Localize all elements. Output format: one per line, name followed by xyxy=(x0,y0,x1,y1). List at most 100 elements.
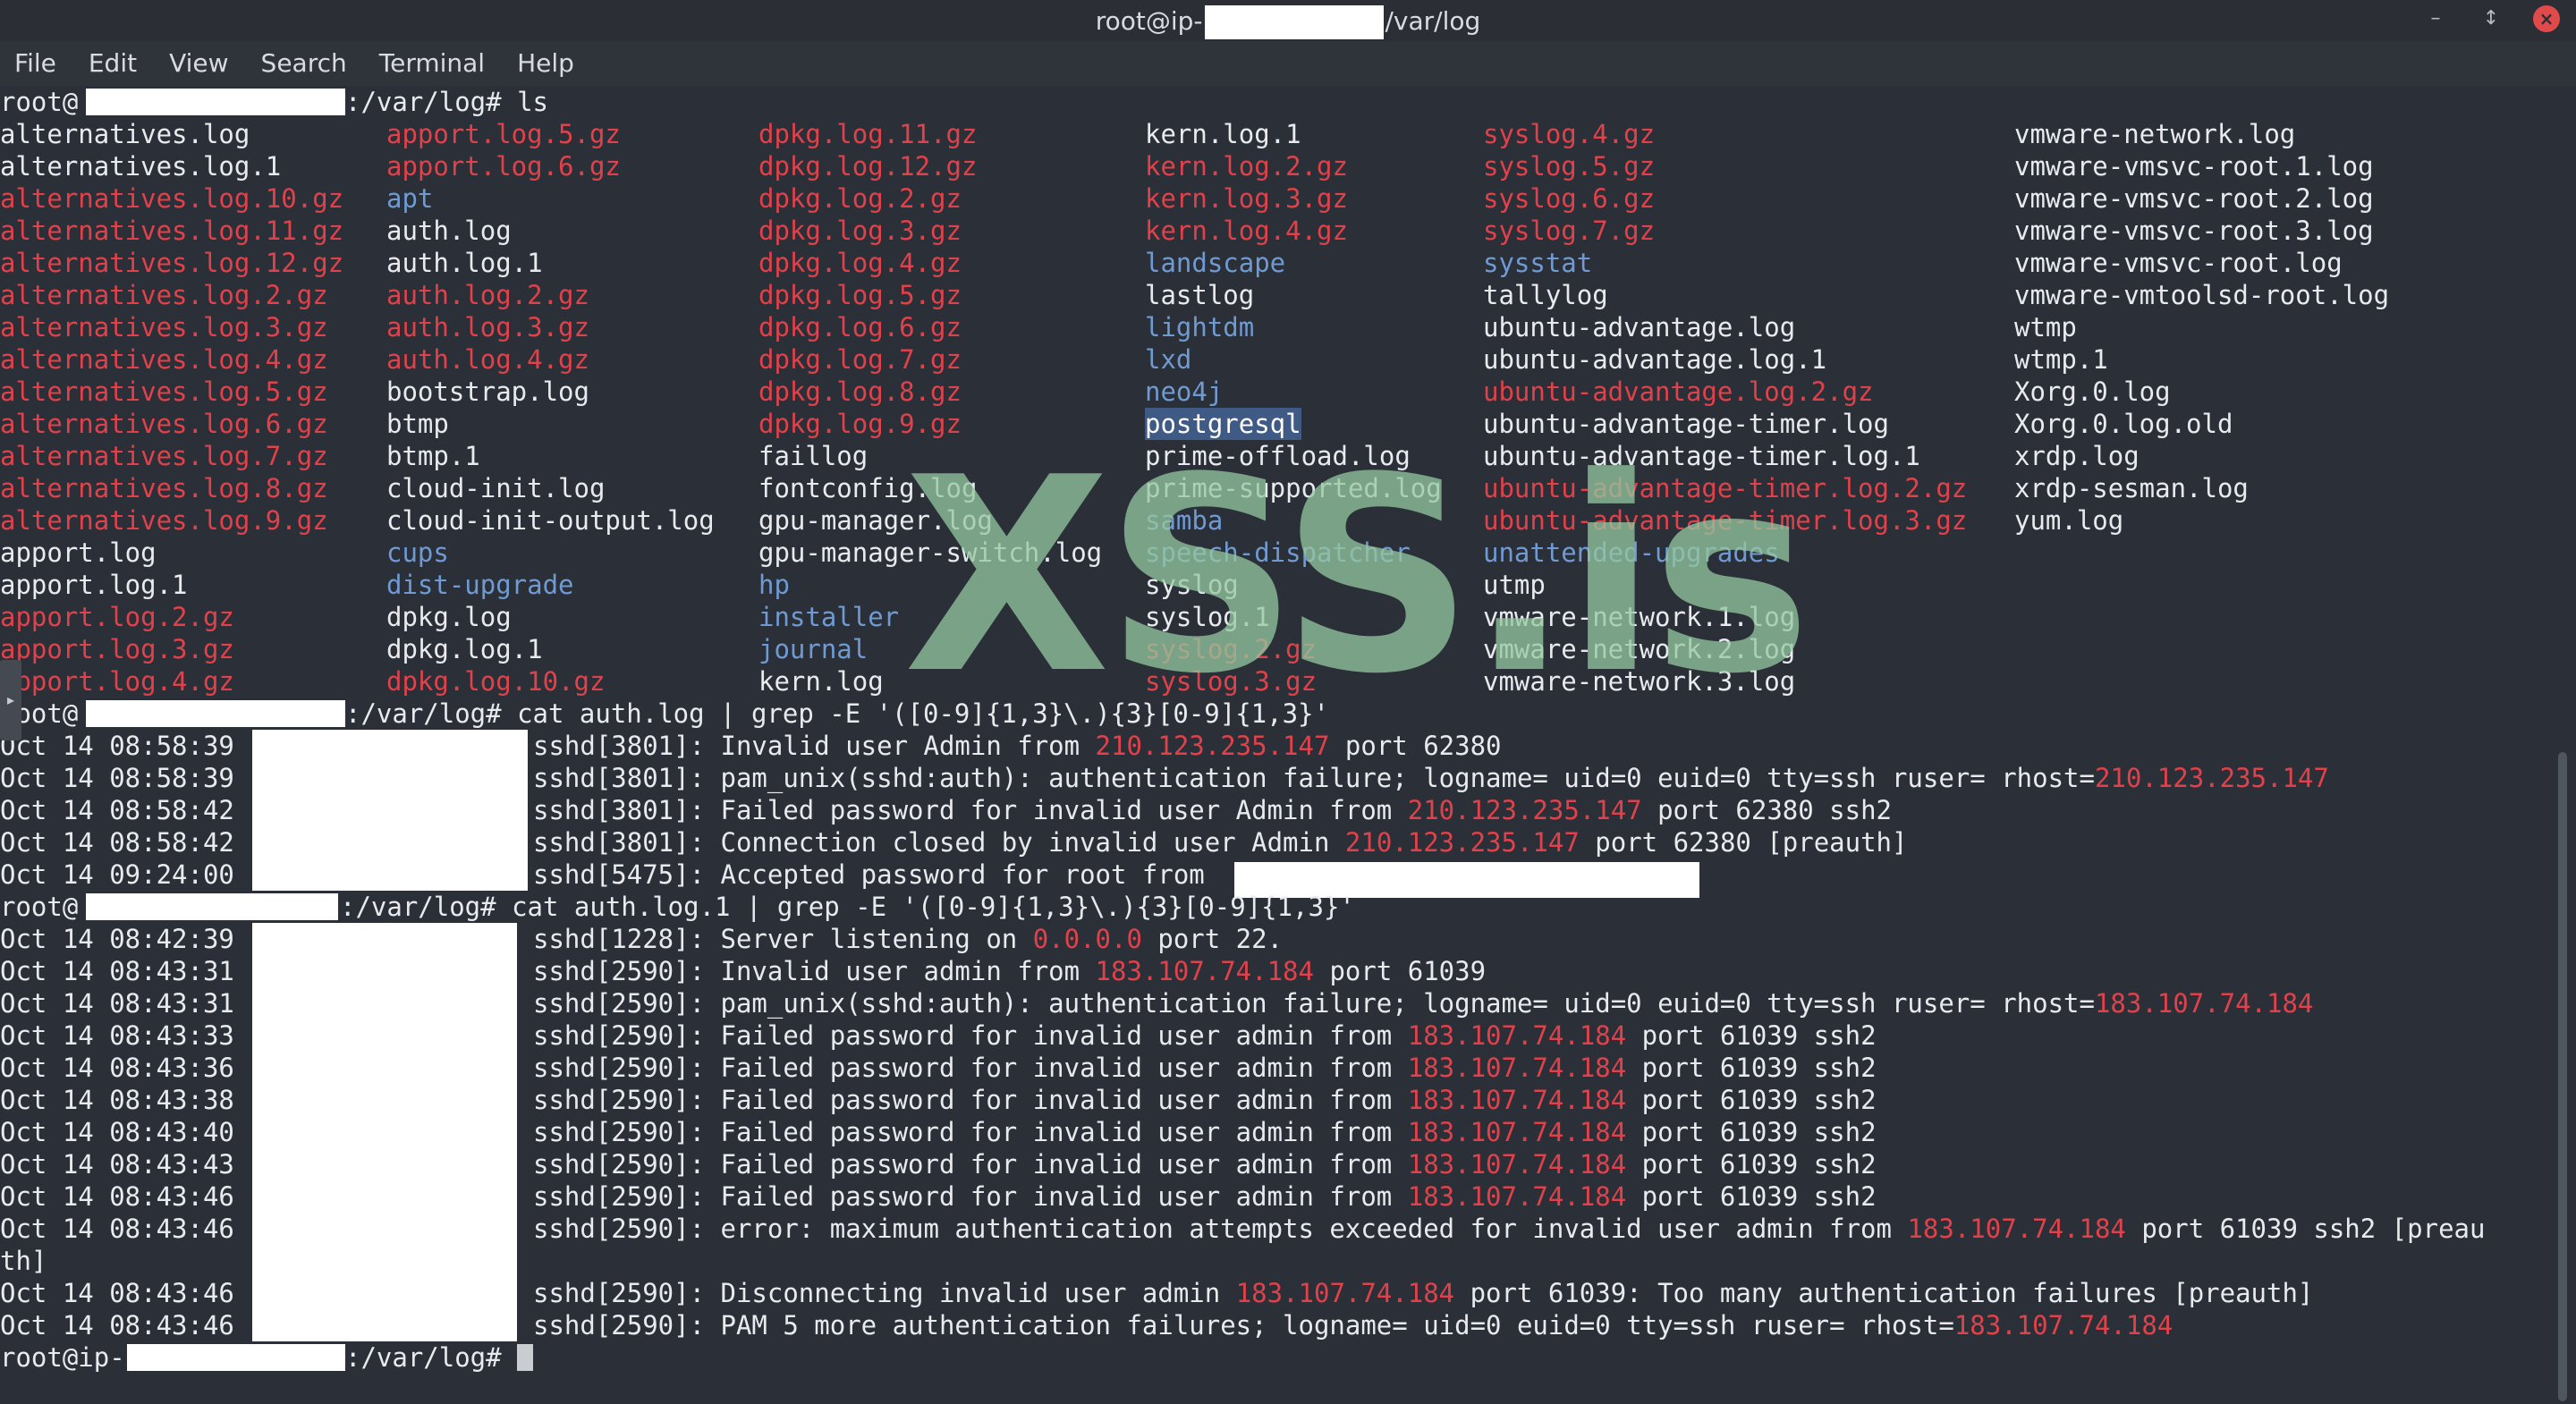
log-message: sshd[2590]: Failed password for invalid … xyxy=(533,1019,1877,1052)
ls-entry: speech-dispatcher xyxy=(1145,537,1411,568)
ip-address: 183.107.74.184 xyxy=(1407,1117,1627,1147)
scrollbar-thumb[interactable] xyxy=(2558,752,2567,1401)
ls-entry: btmp xyxy=(386,409,449,439)
ls-entry: vmware-vmsvc-root.1.log xyxy=(2014,151,2374,182)
ls-entry: prime-supported.log xyxy=(1145,473,1442,503)
ls-entry: postgresql xyxy=(1145,408,1301,440)
text-cursor xyxy=(517,1344,534,1371)
log-message: sshd[2590]: pam_unix(sshd:auth): authent… xyxy=(533,987,2313,1019)
ls-entry: tallylog xyxy=(1483,280,1608,310)
ip-address: 183.107.74.184 xyxy=(1953,1310,2174,1341)
ls-entry: ubuntu-advantage-timer.log xyxy=(1483,409,1889,439)
ls-entry: ubuntu-advantage-timer.log.2.gz xyxy=(1483,473,1968,503)
ls-row: alternatives.log.3.gz auth.log.3.gz dpkg.l… xyxy=(0,311,2549,343)
menu-file[interactable]: File xyxy=(0,41,72,86)
ls-entry: alternatives.log.4.gz xyxy=(0,344,328,375)
ls-entry: alternatives.log.1 xyxy=(0,151,282,182)
ls-entry: alternatives.log.5.gz xyxy=(0,376,328,407)
log-message: sshd[2590]: Failed password for invalid … xyxy=(533,1116,1877,1148)
ls-entry: samba xyxy=(1145,505,1224,536)
drag-handle-icon[interactable]: ▸ xyxy=(0,660,21,740)
ls-entry: dpkg.log xyxy=(386,602,512,632)
ls-entry: vmware-network.log xyxy=(2014,119,2296,149)
redacted-hostname xyxy=(86,700,345,727)
log-text: port 61039 ssh2 xyxy=(1626,1117,1877,1147)
ls-entry: syslog.4.gz xyxy=(1483,119,1656,149)
ls-row: apport.log.2.gz dpkg.log installer syslog.1… xyxy=(0,601,2549,633)
ls-entry: ubuntu-advantage.log.1 xyxy=(1483,344,1827,375)
ls-entry: yum.log xyxy=(2014,505,2124,536)
log-text: port 61039 ssh2 [preau xyxy=(2125,1214,2486,1244)
ls-entry: wtmp.1 xyxy=(2014,344,2108,375)
menu-help[interactable]: Help xyxy=(501,41,590,86)
ip-address: 183.107.74.184 xyxy=(1095,956,1314,986)
redacted-hostname xyxy=(127,1344,345,1371)
close-icon[interactable]: × xyxy=(2533,5,2560,32)
scrollbar[interactable] xyxy=(2549,86,2576,1404)
ip-address: 210.123.235.147 xyxy=(1344,827,1580,858)
ls-entry: hp xyxy=(758,570,790,600)
ls-entry: alternatives.log.10.gz xyxy=(0,183,344,214)
redacted-hostname-block xyxy=(252,923,517,1341)
log-text: sshd[3801]: Invalid user Admin from xyxy=(533,731,1096,761)
ls-entry: kern.log.2.gz xyxy=(1145,151,1348,182)
ls-row: apport.log cups gpu-manager-switch.log spee… xyxy=(0,537,2549,569)
log-timestamp: Oct 14 08:58:42 xyxy=(0,827,234,858)
ls-entry: dpkg.log.4.gz xyxy=(758,248,962,278)
ls-entry: kern.log.1 xyxy=(1145,119,1301,149)
maximize-icon[interactable]: ↕ xyxy=(2478,5,2504,32)
ls-entry: dist-upgrade xyxy=(386,570,574,600)
log-message: sshd[2590]: PAM 5 more authentication fa… xyxy=(533,1309,2173,1341)
terminal-output[interactable]: root@ :/var/log# ls alternatives.log appo… xyxy=(0,86,2549,1404)
log-message: sshd[3801]: Connection closed by invalid… xyxy=(533,826,1907,858)
ls-entry: installer xyxy=(758,602,900,632)
ls-entry: Xorg.0.log.old xyxy=(2014,409,2233,439)
ip-address: 183.107.74.184 xyxy=(1407,1020,1627,1051)
log-text: sshd[2590]: PAM 5 more authentication fa… xyxy=(533,1310,1954,1341)
ls-row: alternatives.log.2.gz auth.log.2.gz dpkg.l… xyxy=(0,279,2549,311)
log-message: sshd[3801]: Failed password for invalid … xyxy=(533,794,1892,826)
redacted-hostname xyxy=(86,89,345,115)
log-timestamp: Oct 14 08:43:46 xyxy=(0,1214,234,1244)
log-text: sshd[2590]: Disconnecting invalid user a… xyxy=(533,1278,1236,1308)
redacted-hostname-block xyxy=(252,730,528,891)
ip-address: 210.123.235.147 xyxy=(1407,795,1642,825)
ls-entry: xrdp.log xyxy=(2014,441,2140,471)
log-message: sshd[2590]: error: maximum authenticatio… xyxy=(533,1213,2485,1245)
minimize-icon[interactable]: – xyxy=(2422,5,2449,32)
ls-entry: gpu-manager.log xyxy=(758,505,993,536)
ls-entry: apport.log.6.gz xyxy=(386,151,621,182)
final-prompt-line[interactable]: root@ip- :/var/log# xyxy=(0,1341,2549,1374)
log-timestamp: Oct 14 08:43:33 xyxy=(0,1020,234,1051)
log-text: sshd[2590]: error: maximum authenticatio… xyxy=(533,1214,1908,1244)
log-message: sshd[2590]: Invalid user admin from 183.… xyxy=(533,955,1486,987)
ls-prompt-line: root@ :/var/log# ls xyxy=(0,86,2549,118)
prompt-command: ls xyxy=(517,87,548,117)
ls-entry: ubuntu-advantage-timer.log.1 xyxy=(1483,441,1920,471)
ls-row: alternatives.log.1 apport.log.6.gz dpkg.lo… xyxy=(0,150,2549,182)
ls-entry: alternatives.log.8.gz xyxy=(0,473,328,503)
ls-entry: dpkg.log.2.gz xyxy=(758,183,962,214)
ls-entry: lightdm xyxy=(1145,312,1255,343)
ls-entry: dpkg.log.5.gz xyxy=(758,280,962,310)
menu-edit[interactable]: Edit xyxy=(72,41,153,86)
ls-entry: vmware-vmsvc-root.log xyxy=(2014,248,2343,278)
ip-address: 183.107.74.184 xyxy=(1407,1053,1627,1083)
menu-terminal[interactable]: Terminal xyxy=(363,41,501,86)
menu-view[interactable]: View xyxy=(153,41,244,86)
ls-entry: dpkg.log.1 xyxy=(386,634,543,664)
log-text: sshd[2590]: Failed password for invalid … xyxy=(533,1181,1408,1212)
log-message: sshd[2590]: Failed password for invalid … xyxy=(533,1148,1877,1180)
log-message: sshd[2590]: Failed password for invalid … xyxy=(533,1180,1877,1213)
prompt-command: cat auth.log | grep -E '([0-9]{1,3}\.){3… xyxy=(517,698,1329,729)
log-timestamp: Oct 14 08:58:42 xyxy=(0,795,234,825)
log-timestamp: Oct 14 08:43:43 xyxy=(0,1149,234,1180)
ls-entry: alternatives.log.12.gz xyxy=(0,248,344,278)
log-timestamp: Oct 14 08:43:31 xyxy=(0,956,234,986)
menu-search[interactable]: Search xyxy=(245,41,363,86)
log-text: sshd[2590]: Invalid user admin from xyxy=(533,956,1096,986)
log-text: sshd[5475]: Accepted password for root f… xyxy=(533,859,1221,890)
log-timestamp: Oct 14 08:43:46 xyxy=(0,1278,234,1308)
ls-entry: vmware-network.1.log xyxy=(1483,602,1796,632)
ls-entry: ubuntu-advantage-timer.log.3.gz xyxy=(1483,505,1968,536)
